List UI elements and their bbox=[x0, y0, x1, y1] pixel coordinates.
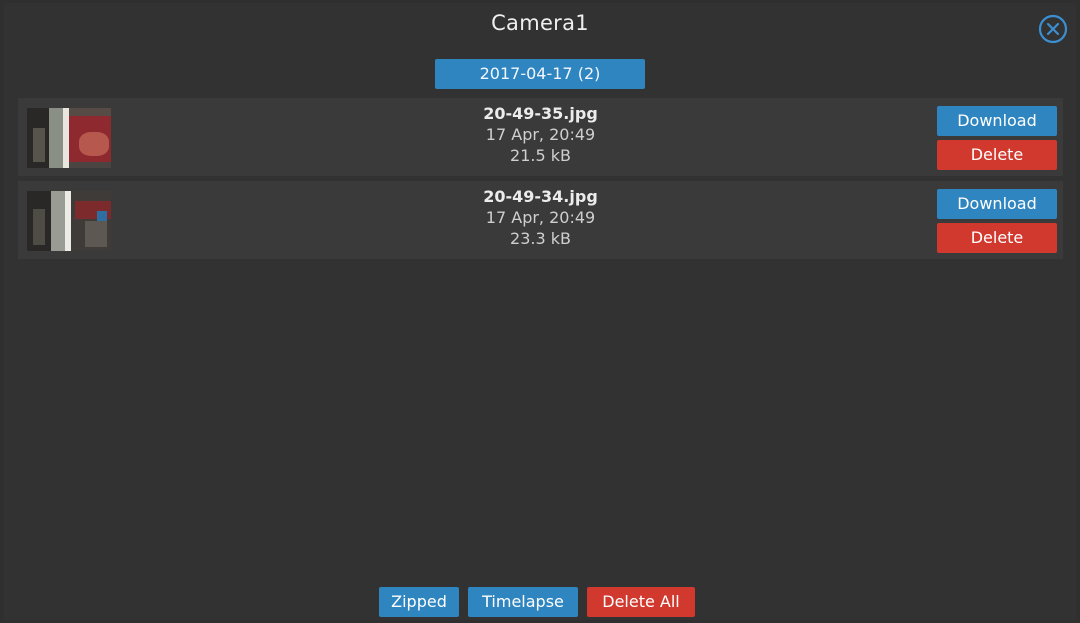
dialog-title: Camera1 bbox=[491, 11, 589, 35]
delete-all-button[interactable]: Delete All bbox=[587, 587, 695, 617]
download-button[interactable]: Download bbox=[937, 106, 1057, 136]
zipped-button[interactable]: Zipped bbox=[379, 587, 459, 617]
file-row: 20-49-35.jpg 17 Apr, 20:49 21.5 kB Downl… bbox=[18, 98, 1063, 176]
close-button[interactable] bbox=[1038, 14, 1068, 44]
date-group-button[interactable]: 2017-04-17 (2) bbox=[435, 59, 645, 89]
file-info: 20-49-35.jpg 17 Apr, 20:49 21.5 kB bbox=[18, 103, 1063, 166]
close-circle-icon bbox=[1038, 14, 1068, 44]
file-date: 17 Apr, 20:49 bbox=[485, 208, 596, 227]
file-name: 20-49-34.jpg bbox=[483, 187, 598, 206]
camera-files-dialog: Camera1 2017-04-17 (2) 20-49-35.jpg 17 A… bbox=[4, 3, 1076, 620]
file-info: 20-49-34.jpg 17 Apr, 20:49 23.3 kB bbox=[18, 186, 1063, 249]
file-size: 23.3 kB bbox=[510, 229, 571, 248]
file-date: 17 Apr, 20:49 bbox=[485, 125, 596, 144]
file-name: 20-49-35.jpg bbox=[483, 104, 598, 123]
download-button[interactable]: Download bbox=[937, 189, 1057, 219]
delete-button[interactable]: Delete bbox=[937, 140, 1057, 170]
file-size: 21.5 kB bbox=[510, 146, 571, 165]
file-row: 20-49-34.jpg 17 Apr, 20:49 23.3 kB Downl… bbox=[18, 181, 1063, 259]
timelapse-button[interactable]: Timelapse bbox=[468, 587, 578, 617]
delete-button[interactable]: Delete bbox=[937, 223, 1057, 253]
